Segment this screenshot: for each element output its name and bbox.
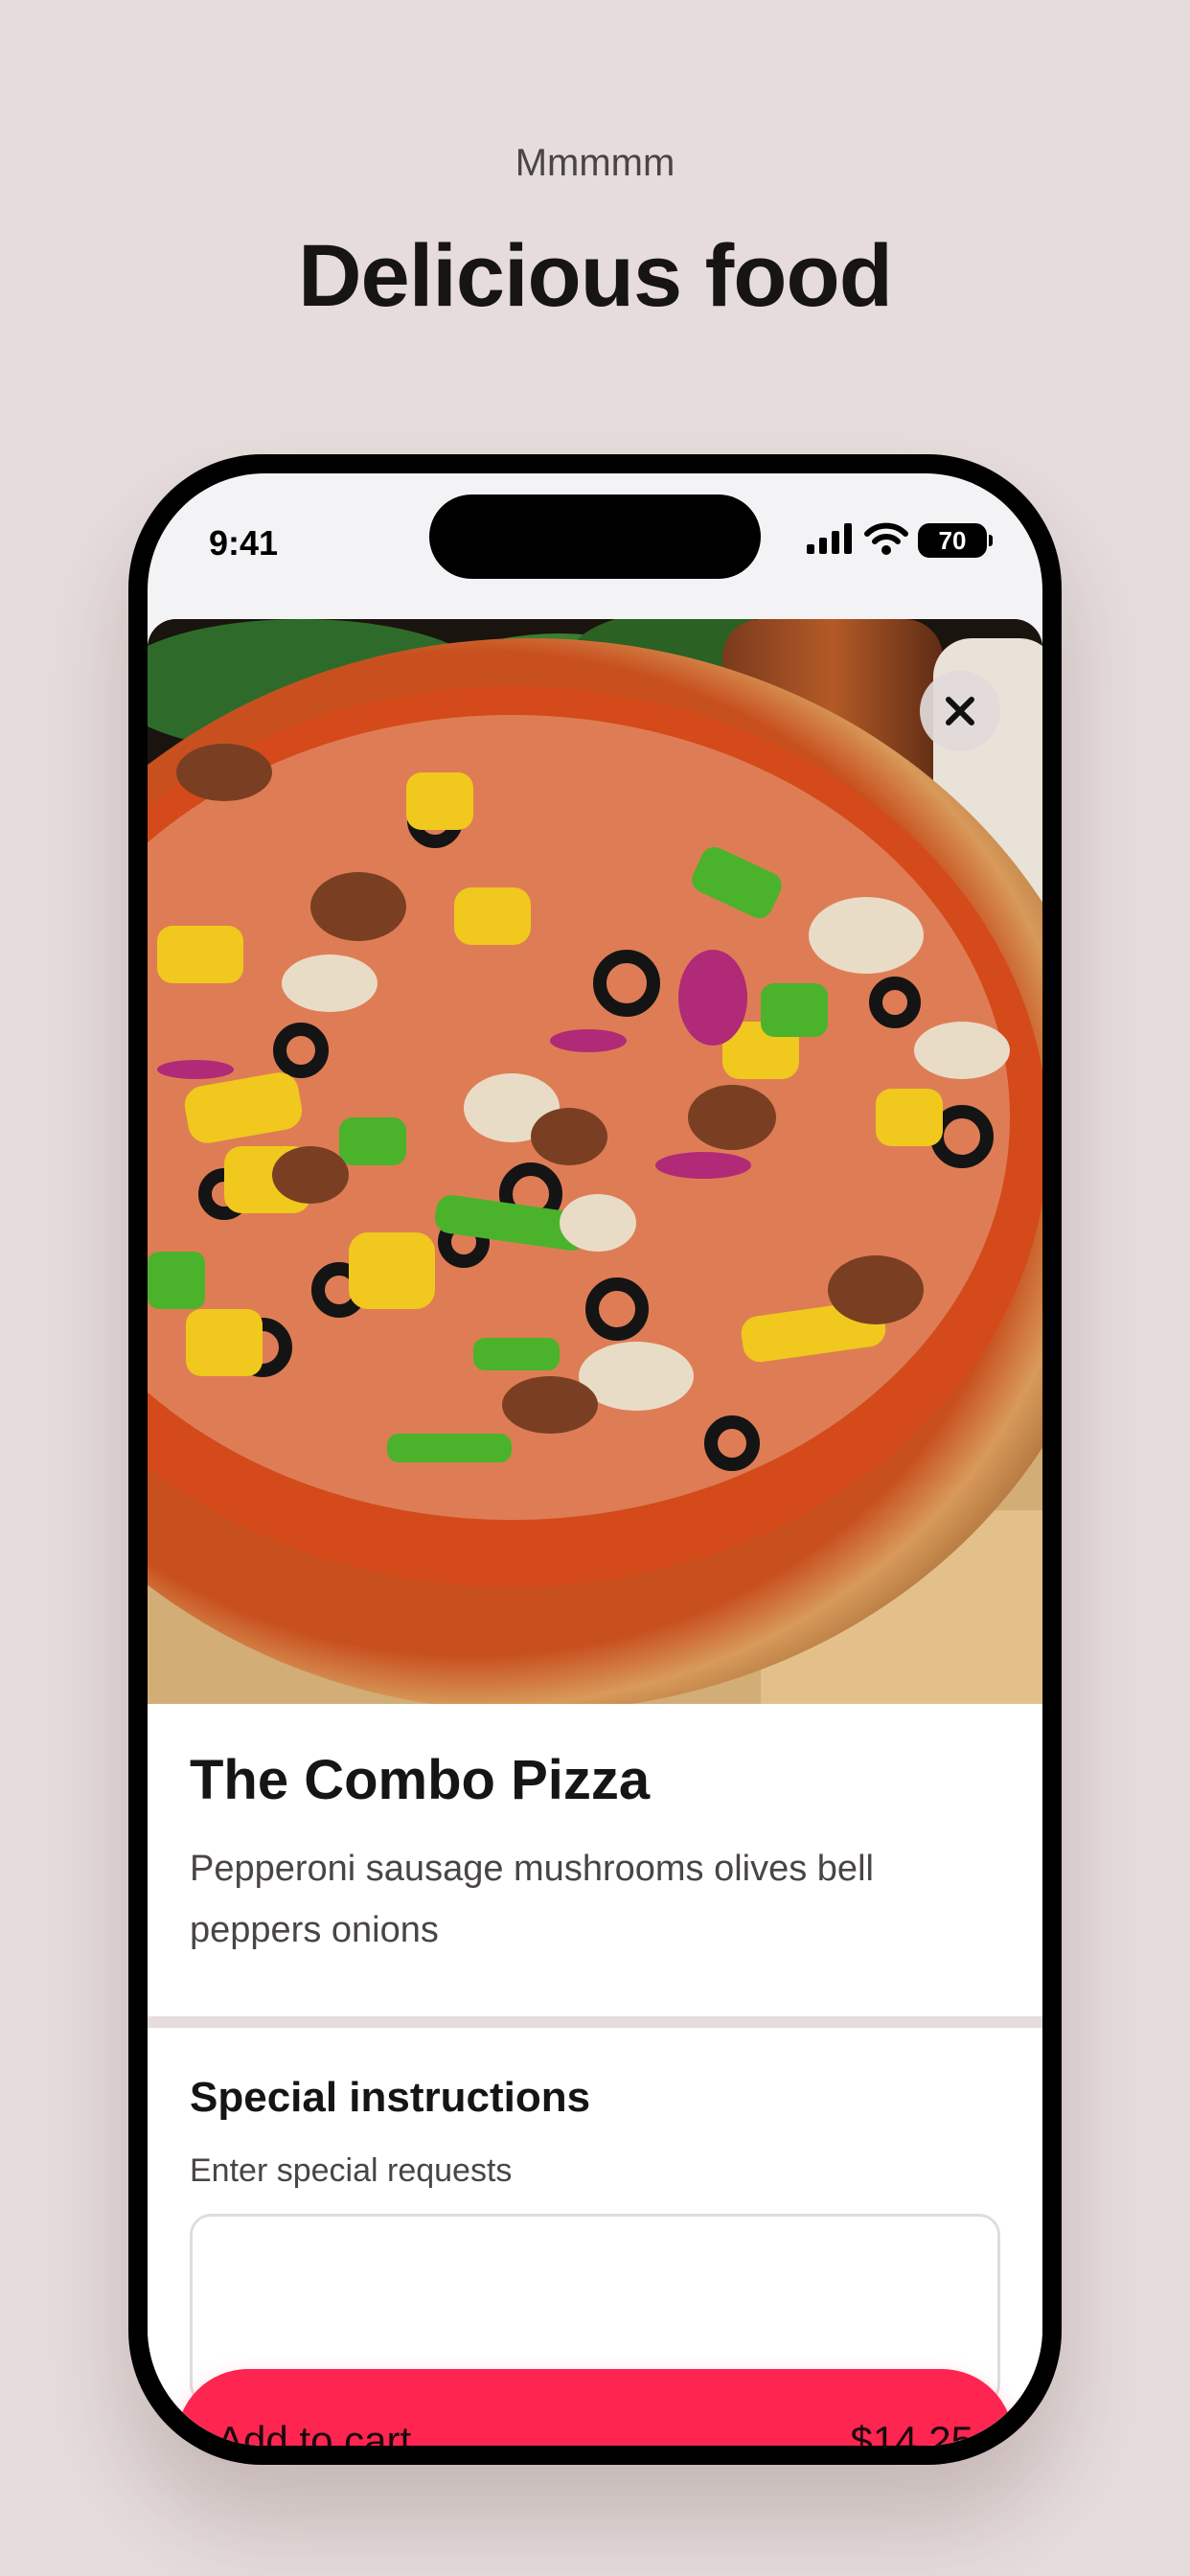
item-title: The Combo Pizza bbox=[190, 1749, 651, 1811]
item-description: Pepperoni sausage mushrooms olives bell … bbox=[190, 1849, 874, 1950]
wifi-icon bbox=[864, 522, 908, 560]
add-to-cart-button[interactable]: Add to cart $14.25 bbox=[176, 2369, 1014, 2446]
status-icons: 70 bbox=[807, 519, 993, 562]
cart-price: $14.25 bbox=[850, 2418, 973, 2446]
pizza-photo bbox=[148, 619, 1042, 1704]
phone-frame: 9:41 70 The Combo Pizza Pepperoni sausag… bbox=[128, 454, 1062, 2465]
instructions-title: Special instructions bbox=[190, 2074, 591, 2121]
item-detail-sheet: The Combo Pizza Pepperoni sausage mushro… bbox=[148, 619, 1042, 2446]
signal-icon bbox=[807, 522, 855, 559]
status-bar: 9:41 70 bbox=[148, 473, 1042, 617]
instructions-subtitle: Enter special requests bbox=[190, 2152, 513, 2189]
section-divider bbox=[148, 2016, 1042, 2028]
battery-icon: 70 bbox=[918, 523, 993, 558]
eyebrow-text: Mmmmm bbox=[515, 142, 675, 184]
phone-screen: 9:41 70 The Combo Pizza Pepperoni sausag… bbox=[148, 473, 1042, 2446]
page-headline: Delicious food bbox=[298, 227, 893, 325]
add-to-cart-label: Add to cart bbox=[217, 2418, 412, 2446]
dynamic-island bbox=[429, 494, 761, 579]
close-button[interactable] bbox=[920, 671, 1000, 751]
close-icon bbox=[946, 697, 974, 725]
status-time: 9:41 bbox=[209, 523, 279, 563]
page: Mmmmm Delicious food 9:41 70 The Combo P… bbox=[0, 0, 1190, 2576]
